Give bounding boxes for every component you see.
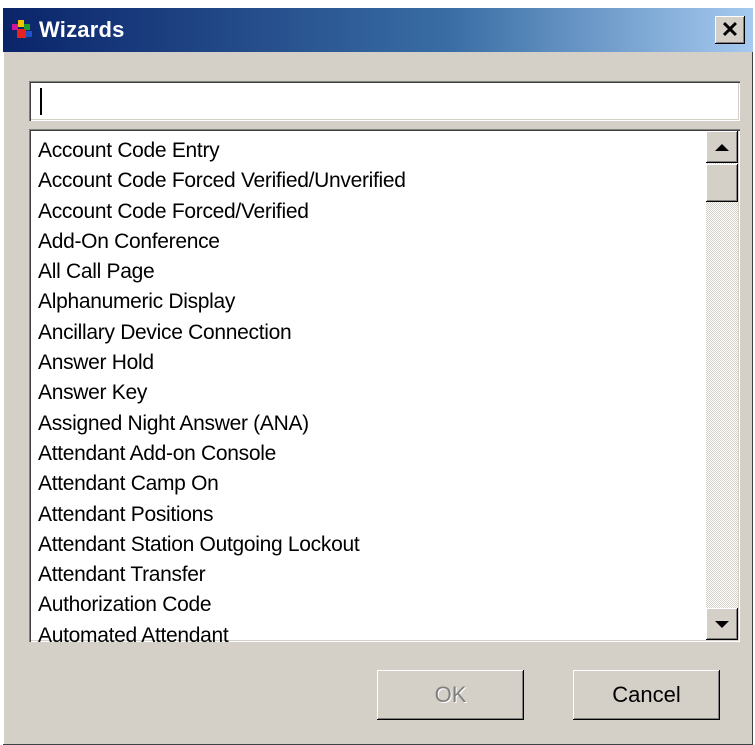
list-item[interactable]: Answer Hold [38,348,688,378]
scroll-down-icon [715,620,729,628]
list-item[interactable]: Assigned Night Answer (ANA) [38,409,688,439]
list-item[interactable]: Attendant Add-on Console [38,439,688,469]
list-item[interactable]: Automated Attendant [38,621,688,642]
window-title: Wizards [39,17,125,42]
list-item[interactable]: Alphanumeric Display [38,287,688,317]
wizards-dialog: Wizards ✕ Account Code Entry Account Code… [3,8,753,745]
scroll-up-icon [715,143,729,151]
wizard-app-icon [12,20,32,38]
cancel-button[interactable]: Cancel [573,670,720,720]
close-button[interactable]: ✕ [715,16,745,44]
list-item[interactable]: Account Code Forced Verified/Unverified [38,166,688,196]
wizard-list-items: Account Code Entry Account Code Forced Ve… [38,136,688,642]
list-item[interactable]: Answer Key [38,378,688,408]
list-item[interactable]: Authorization Code [38,590,688,620]
wizard-list[interactable]: Account Code Entry Account Code Forced Ve… [29,129,740,642]
scroll-thumb[interactable] [706,164,738,202]
filter-input[interactable] [29,81,740,121]
text-caret [40,88,42,115]
list-item[interactable]: Attendant Positions [38,500,688,530]
list-item[interactable]: Account Code Forced/Verified [38,197,688,227]
list-item[interactable]: All Call Page [38,257,688,287]
scroll-down-button[interactable] [706,608,738,640]
list-item[interactable]: Attendant Transfer [38,560,688,590]
vertical-scrollbar[interactable] [706,131,738,640]
title-bar[interactable]: Wizards ✕ [3,8,753,52]
scroll-up-button[interactable] [706,131,738,163]
list-item[interactable]: Add-On Conference [38,227,688,257]
ok-button[interactable]: OK [377,670,524,720]
close-icon: ✕ [720,17,740,42]
list-item[interactable]: Account Code Entry [38,136,688,166]
list-item[interactable]: Attendant Camp On [38,469,688,499]
list-item[interactable]: Attendant Station Outgoing Lockout [38,530,688,560]
list-item[interactable]: Ancillary Device Connection [38,318,688,348]
